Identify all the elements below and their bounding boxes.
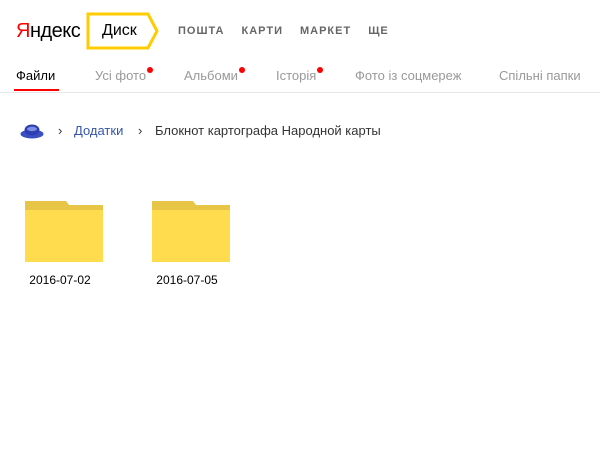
folder-icon [152, 201, 230, 262]
service-label: Диск [102, 22, 137, 39]
nav-mail[interactable]: ПОШТА [178, 24, 225, 38]
folder-name: 2016-07-05 [156, 273, 218, 287]
folder-icon [25, 201, 103, 262]
tab-social-photos[interactable]: Фото із соцмереж [355, 68, 461, 84]
tab-files[interactable]: Файли [16, 68, 55, 84]
tab-shared-folders-label: Спільні папки [499, 68, 581, 83]
section-tabs: Файли Усі фото Альбоми Історія Фото із с… [0, 62, 600, 93]
tab-files-label: Файли [16, 68, 56, 83]
tab-all-photos[interactable]: Усі фото [95, 67, 154, 84]
folder-item[interactable]: 2016-07-02 [10, 200, 110, 287]
nav-more[interactable]: ЩЕ [368, 24, 389, 38]
nav-market[interactable]: МАРКЕТ [300, 24, 351, 38]
tab-history-label: Історія [276, 68, 317, 83]
service-badge-disk[interactable]: Диск [86, 12, 160, 50]
breadcrumb-separator: › [58, 123, 63, 138]
breadcrumb: › Додатки › Блокнот картографа Народной … [20, 121, 590, 141]
breadcrumb-current: Блокнот картографа Народной карты [155, 123, 381, 138]
notification-dot [238, 67, 245, 73]
yandex-logo[interactable]: Яндекс [16, 19, 81, 43]
notification-dot [317, 67, 324, 73]
folder-name: 2016-07-02 [29, 273, 91, 287]
header: Яндекс Диск ПОШТА КАРТИ МАРКЕТ ЩЕ [0, 0, 600, 62]
tab-shared-folders[interactable]: Спільні папки [499, 68, 581, 84]
tab-history[interactable]: Історія [276, 67, 324, 84]
notification-dot [147, 67, 154, 73]
logo-rest: ндекс [29, 20, 81, 42]
tab-albums-label: Альбоми [184, 68, 238, 83]
top-nav: ПОШТА КАРТИ МАРКЕТ ЩЕ [178, 24, 389, 38]
folder-item[interactable]: 2016-07-05 [137, 200, 237, 287]
disk-home-icon[interactable] [20, 123, 44, 139]
breadcrumb-separator: › [138, 123, 143, 138]
nav-maps[interactable]: КАРТИ [242, 24, 283, 38]
tab-albums[interactable]: Альбоми [184, 67, 245, 84]
logo-first-letter: Я [16, 20, 30, 42]
tab-all-photos-label: Усі фото [95, 68, 147, 83]
tab-social-photos-label: Фото із соцмереж [355, 68, 462, 83]
breadcrumb-link-apps[interactable]: Додатки [74, 122, 123, 140]
active-tab-underline [14, 89, 59, 91]
